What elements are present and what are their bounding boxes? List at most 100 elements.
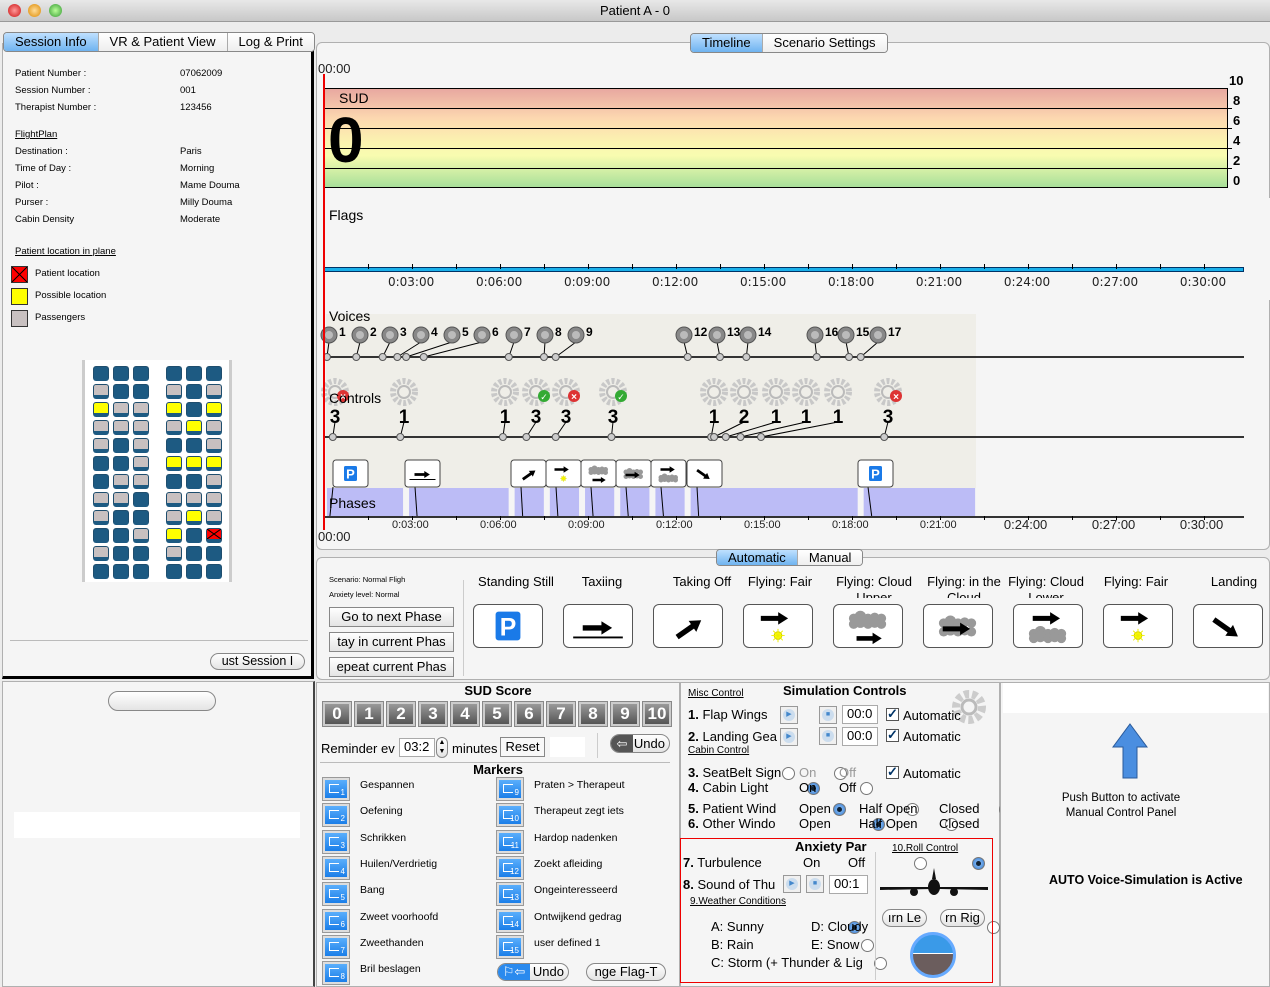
control-marker[interactable]: 2 (730, 378, 758, 428)
phase-marker-parking[interactable]: P (857, 459, 894, 488)
repeat-phase-button[interactable]: epeat current Phas (329, 657, 454, 677)
sud-score-button[interactable]: 0 (322, 701, 352, 727)
sud-score-button[interactable]: 6 (514, 701, 544, 727)
marker-button-3[interactable]: 3 (322, 829, 350, 854)
marker-button-8[interactable]: 8 (322, 961, 350, 986)
control-marker[interactable]: 1 (390, 378, 418, 428)
voice-marker[interactable]: 12 (675, 325, 708, 344)
marker-button-10[interactable]: 10 (496, 803, 524, 828)
tab-automatic[interactable]: Automatic (717, 550, 798, 565)
control-marker[interactable]: 1 (700, 378, 728, 428)
phase-button-in-cloud[interactable] (923, 604, 993, 648)
voice-marker[interactable]: 13 (708, 325, 741, 344)
turn-left-button[interactable]: ırn Le (882, 909, 927, 927)
stay-phase-button[interactable]: tay in current Phas (329, 632, 454, 652)
phase-button-taxiing[interactable] (563, 604, 633, 648)
control-marker[interactable]: 1 (824, 378, 852, 428)
marker-button-1[interactable]: 1 (322, 777, 350, 801)
sud-score-button[interactable]: 3 (418, 701, 448, 727)
marker-button-11[interactable]: 11 (496, 829, 524, 854)
sud-score-button[interactable]: 8 (578, 701, 608, 727)
voice-marker[interactable]: 8 (536, 325, 562, 344)
voice-marker[interactable]: 9 (567, 325, 593, 344)
control-marker[interactable]: ✓3 (522, 378, 550, 428)
sud-score-button[interactable]: 7 (546, 701, 576, 727)
activate-manual-button[interactable] (1110, 722, 1150, 780)
marker-button-5[interactable]: 5 (322, 882, 350, 907)
marker-button-6[interactable]: 6 (322, 908, 350, 933)
sud-score-button[interactable]: 4 (450, 701, 480, 727)
stop-button[interactable]: ■ (819, 706, 837, 724)
reminder-stepper[interactable]: ▲ ▼ (436, 737, 448, 758)
voice-marker[interactable]: 5 (443, 325, 469, 344)
control-marker[interactable]: 1 (792, 378, 820, 428)
voice-marker[interactable]: 3 (381, 325, 407, 344)
control-marker[interactable]: ×3 (874, 378, 902, 428)
phase-marker-landing[interactable] (686, 459, 723, 488)
phase-button-fair[interactable] (1103, 604, 1173, 648)
voice-marker[interactable]: 17 (869, 325, 902, 344)
marker-button-4[interactable]: 4 (322, 855, 350, 880)
seat[interactable] (166, 564, 182, 579)
sud-undo-button[interactable]: ⇦ Undo (610, 734, 670, 753)
phase-button-fair[interactable] (743, 604, 813, 648)
sud-score-button[interactable]: 2 (386, 701, 416, 727)
seat[interactable] (186, 564, 202, 579)
control-marker[interactable]: ×3 (552, 378, 580, 428)
seat[interactable] (133, 564, 149, 579)
marker-button-9[interactable]: 9 (496, 777, 524, 801)
adjust-session-button[interactable]: ust Session I (210, 653, 305, 670)
sud-score-button[interactable]: 5 (482, 701, 512, 727)
phase-button-landing[interactable] (1193, 604, 1263, 648)
light-off-radio[interactable] (860, 782, 873, 795)
voice-marker[interactable]: 6 (473, 325, 499, 344)
pwin-open-radio[interactable] (833, 803, 846, 816)
blank-pill-button[interactable] (108, 691, 216, 711)
phase-button-cloud-upper[interactable] (833, 604, 903, 648)
sud-score-button[interactable]: 10 (642, 701, 672, 727)
play-button[interactable]: ▶ (780, 706, 798, 724)
marker-button-2[interactable]: 2 (322, 803, 350, 828)
marker-button-7[interactable]: 7 (322, 934, 350, 959)
phase-marker-cloud-upper[interactable] (580, 459, 617, 488)
phase-button-cloud-lower[interactable] (1013, 604, 1083, 648)
next-phase-button[interactable]: Go to next Phase (329, 607, 454, 627)
flap-time[interactable]: 00:0 (842, 705, 878, 724)
seat[interactable] (113, 564, 129, 579)
voice-marker[interactable]: 16 (806, 325, 839, 344)
gear-time[interactable]: 00:0 (842, 727, 878, 746)
marker-button-12[interactable]: 12 (496, 855, 524, 880)
marker-undo-button[interactable]: ⚐⇦ Undo (497, 963, 569, 981)
voice-marker[interactable]: 15 (837, 325, 870, 344)
reminder-input[interactable]: 03:2 (399, 738, 435, 757)
phase-marker-parking[interactable]: P (332, 459, 369, 488)
control-marker[interactable]: ✓3 (599, 378, 627, 428)
marker-button-15[interactable]: 15 (496, 934, 524, 959)
tab-manual[interactable]: Manual (797, 550, 863, 565)
voice-marker[interactable]: 7 (505, 325, 531, 344)
seatbelt-on-radio[interactable] (782, 767, 795, 780)
marker-button-13[interactable]: 13 (496, 882, 524, 907)
control-marker[interactable]: 1 (491, 378, 519, 428)
reset-button[interactable]: Reset (500, 737, 545, 757)
flap-auto-checkbox[interactable]: ✓ (886, 707, 899, 721)
voice-marker[interactable]: 4 (412, 325, 438, 344)
change-flag-button[interactable]: nge Flag-T (586, 963, 666, 981)
turn-right-button[interactable]: rn Rig (940, 909, 985, 927)
seatbelt-auto-checkbox[interactable]: ✓ (886, 765, 899, 779)
phase-marker-fair[interactable] (545, 459, 582, 488)
phase-button-parking[interactable]: P (473, 604, 543, 648)
play-button[interactable]: ▶ (780, 728, 798, 746)
marker-button-14[interactable]: 14 (496, 908, 524, 933)
phase-marker-in-cloud[interactable] (615, 459, 652, 488)
stop-button[interactable]: ■ (819, 727, 837, 745)
phase-marker-takeoff[interactable] (510, 459, 547, 488)
playhead[interactable] (323, 74, 325, 530)
sud-score-button[interactable]: 9 (610, 701, 640, 727)
voice-marker[interactable]: 2 (351, 325, 377, 344)
seat[interactable] (206, 564, 222, 579)
gear-auto-checkbox[interactable]: ✓ (886, 728, 899, 742)
phase-button-takeoff[interactable] (653, 604, 723, 648)
sud-score-button[interactable]: 1 (354, 701, 384, 727)
seat[interactable] (93, 564, 109, 579)
